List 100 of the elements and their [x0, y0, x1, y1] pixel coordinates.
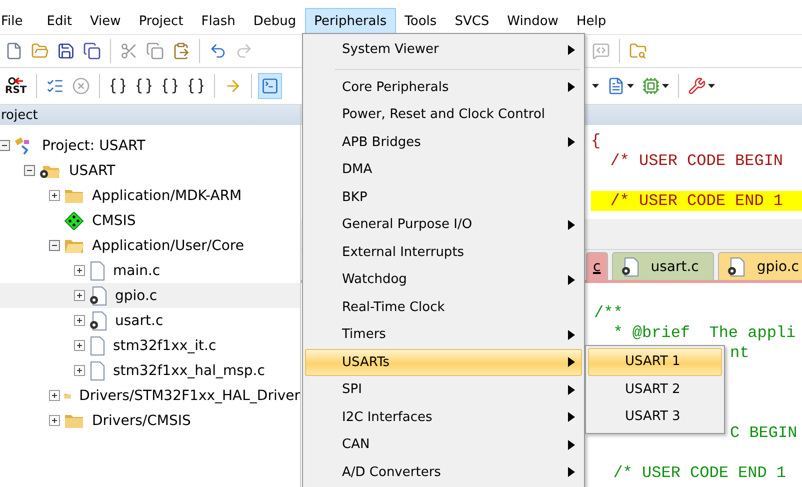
menu-title[interactable]: Window: [498, 8, 568, 34]
menu-title[interactable]: File: [0, 8, 38, 34]
panel-title: roject: [0, 105, 300, 125]
menu-title[interactable]: Debug: [244, 8, 306, 34]
code-line: /* USER CODE END 1: [612, 463, 788, 483]
expand-icon[interactable]: [49, 415, 60, 426]
menu-title[interactable]: Help: [567, 8, 616, 34]
open-folder-icon: [64, 238, 84, 254]
submenu-arrow-icon: [568, 384, 575, 395]
menu-item[interactable]: SPI: [305, 376, 582, 404]
view-icon: [607, 77, 625, 95]
caret-icon: [662, 84, 669, 88]
window-icon: [260, 77, 279, 95]
menu-item[interactable]: A/D Converters: [305, 458, 582, 486]
editor-tab[interactable]: gpio.c: [718, 252, 802, 280]
copy-icon: [146, 42, 164, 60]
braces-icon: [108, 77, 127, 95]
code-line: /**: [594, 303, 624, 323]
collapse-icon[interactable]: [24, 165, 35, 176]
editor-tab[interactable]: usart.c: [612, 252, 714, 280]
menu-item[interactable]: External Interrupts: [305, 238, 582, 266]
menu-title[interactable]: Peripherals: [305, 8, 396, 34]
tree-item[interactable]: gpio.c: [0, 283, 300, 308]
menu-item[interactable]: USARTs: [305, 348, 582, 376]
expand-icon[interactable]: [49, 190, 60, 201]
menu-item[interactable]: General Purpose I/O: [305, 211, 582, 238]
tree-item[interactable]: CMSIS: [0, 208, 300, 233]
tree-item[interactable]: usart.c: [0, 308, 300, 333]
menu-item[interactable]: Real-Time Clock: [305, 294, 582, 321]
menu-item[interactable]: APB Bridges: [305, 128, 582, 156]
paste-icon: [172, 42, 190, 60]
folder-icon: [31, 42, 49, 60]
new-file-icon: [5, 42, 23, 60]
folder-icon: [64, 188, 84, 204]
code-line: {: [591, 131, 602, 151]
braces-icon: [160, 77, 179, 95]
menu-item[interactable]: Timers: [305, 321, 582, 348]
reset-label: RST: [5, 86, 27, 96]
tools-icon: [688, 77, 706, 95]
menu-item[interactable]: System Viewer: [305, 36, 582, 64]
toolbar-button[interactable]: RST: [2, 73, 30, 99]
menu-item[interactable]: BKP: [305, 184, 582, 211]
braces-icon: [134, 77, 153, 95]
code-line: C BEGIN: [730, 423, 798, 443]
tree-item[interactable]: main.c: [0, 258, 300, 283]
find-in-files-icon: [629, 42, 647, 60]
tree-item[interactable]: stm32f1xx_it.c: [0, 333, 300, 358]
submenu-arrow-icon: [568, 274, 575, 285]
menu-title[interactable]: Tools: [396, 8, 446, 34]
chip-icon: [642, 77, 660, 95]
expand-icon[interactable]: [74, 265, 85, 276]
menu-item[interactable]: Core Peripherals: [305, 74, 582, 101]
cut-icon: [120, 42, 138, 60]
tree-item[interactable]: Application/User/Core: [0, 233, 300, 258]
tree-item[interactable]: Project: USART: [0, 133, 300, 158]
expand-icon[interactable]: [74, 315, 85, 326]
menu-title[interactable]: Project: [130, 8, 192, 34]
menu-title[interactable]: Edit: [38, 8, 81, 34]
submenu-arrow-icon: [568, 412, 575, 422]
tree-item[interactable]: Application/MDK-ARM: [0, 183, 300, 208]
expand-icon[interactable]: [74, 340, 85, 351]
caret-icon: [627, 84, 634, 88]
undo-icon: [209, 42, 227, 60]
collapse-icon[interactable]: [0, 140, 10, 151]
menu-title[interactable]: View: [80, 8, 130, 34]
menu-item[interactable]: USART 3: [588, 403, 722, 430]
submenu-arrow-icon: [568, 220, 575, 230]
menu-item[interactable]: Watchdog: [305, 266, 582, 294]
submenu-arrow-icon: [568, 44, 575, 55]
redo-icon: [235, 42, 253, 60]
tree-item[interactable]: Drivers/STM32F1xx_HAL_Driver: [0, 383, 300, 408]
expand-icon[interactable]: [74, 365, 85, 376]
list-icon: [46, 77, 64, 95]
file-icon: [89, 260, 105, 280]
menu-item[interactable]: USART 1: [588, 348, 722, 376]
collapse-icon[interactable]: [49, 240, 60, 251]
submenu-arrow-icon: [568, 137, 575, 148]
menu-item[interactable]: DMA: [305, 156, 582, 184]
menu-item[interactable]: USART 2: [588, 376, 722, 403]
caret-icon: [592, 84, 599, 88]
submenu-arrow-icon: [568, 440, 575, 450]
save-all-icon: [83, 42, 101, 60]
menu-title[interactable]: Flash: [192, 8, 244, 34]
component-icon: [64, 212, 84, 230]
code-line: nt: [730, 343, 750, 363]
menu-title[interactable]: SVCS: [446, 8, 498, 34]
submenu-arrow-icon: [568, 357, 575, 368]
editor-tab[interactable]: c: [586, 252, 608, 280]
expand-icon[interactable]: [74, 290, 85, 301]
menu-item[interactable]: I2C Interfaces: [305, 404, 582, 431]
caret-icon: [708, 84, 715, 88]
stop-icon: [72, 77, 90, 95]
menu-item[interactable]: CAN: [305, 431, 582, 458]
tree-item[interactable]: stm32f1xx_hal_msp.c: [0, 358, 300, 383]
tree-item[interactable]: Drivers/CMSIS: [0, 408, 300, 433]
menu-item[interactable]: Power, Reset and Clock Control: [305, 101, 582, 128]
tree-item[interactable]: USART: [0, 158, 300, 183]
submenu-arrow-icon: [568, 467, 575, 478]
save-icon: [57, 42, 75, 60]
expand-icon[interactable]: [49, 390, 60, 401]
